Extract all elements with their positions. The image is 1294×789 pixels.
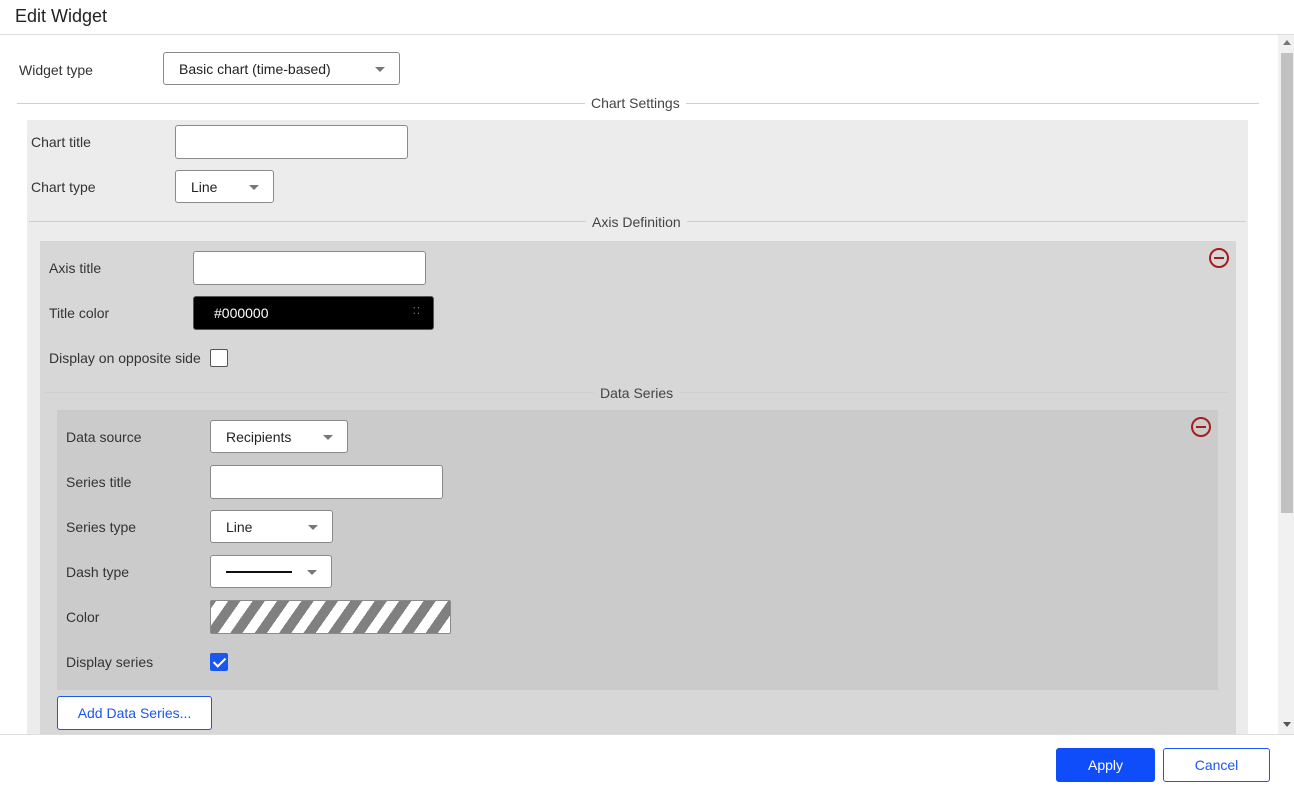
- chevron-down-icon: [323, 435, 333, 440]
- chart-type-select[interactable]: Line: [175, 170, 274, 203]
- series-title-label: Series title: [66, 474, 132, 490]
- chart-type-value: Line: [191, 179, 218, 195]
- widget-type-label: Widget type: [19, 62, 93, 78]
- title-color-value: #000000: [214, 305, 269, 321]
- series-type-label: Series type: [66, 519, 137, 535]
- remove-series-icon[interactable]: [1191, 417, 1211, 437]
- series-title-input[interactable]: [210, 465, 443, 499]
- display-series-label: Display series: [66, 654, 154, 670]
- axis-title-label: Axis title: [49, 260, 102, 276]
- dialog-footer: Apply Cancel: [0, 734, 1294, 789]
- dash-type-label: Dash type: [66, 564, 130, 580]
- series-color-swatch[interactable]: [210, 600, 451, 634]
- data-series-title: Data Series: [594, 385, 680, 401]
- scroll-thumb[interactable]: [1281, 53, 1293, 513]
- dialog-title: Edit Widget: [15, 6, 108, 26]
- color-picker-icon: ⁚⁚: [412, 306, 421, 317]
- vertical-scrollbar[interactable]: [1278, 35, 1294, 734]
- chevron-down-icon: [307, 570, 317, 575]
- solid-line-icon: [226, 571, 292, 573]
- opposite-side-label: Display on opposite side: [49, 350, 201, 366]
- add-data-series-button[interactable]: Add Data Series...: [57, 696, 212, 730]
- widget-type-select[interactable]: Basic chart (time-based): [163, 52, 400, 85]
- chart-settings-panel: Chart title Chart type Line Axis Definit…: [27, 120, 1248, 734]
- scroll-up-icon[interactable]: [1283, 40, 1291, 45]
- display-series-checkbox[interactable]: [210, 653, 228, 671]
- opposite-side-checkbox[interactable]: [210, 349, 228, 367]
- chart-settings-title: Chart Settings: [585, 95, 686, 111]
- chevron-down-icon: [375, 67, 385, 72]
- title-color-label: Title color: [49, 305, 110, 321]
- series-type-value: Line: [226, 519, 253, 535]
- chevron-down-icon: [308, 525, 318, 530]
- color-label: Color: [66, 609, 100, 625]
- widget-type-value: Basic chart (time-based): [179, 61, 331, 77]
- dialog-content: Widget type Basic chart (time-based) Cha…: [0, 35, 1278, 734]
- chart-title-input[interactable]: [175, 125, 408, 159]
- dash-type-select[interactable]: [210, 555, 332, 588]
- title-color-input[interactable]: #000000 ⁚⁚: [193, 296, 434, 330]
- remove-axis-icon[interactable]: [1209, 248, 1229, 268]
- data-source-label: Data source: [66, 429, 142, 445]
- axis-title-input[interactable]: [193, 251, 426, 285]
- axis-definition-title: Axis Definition: [586, 214, 687, 230]
- chevron-down-icon: [249, 185, 259, 190]
- axis-panel: Axis title Title color #000000 ⁚⁚ Displa…: [40, 241, 1236, 734]
- series-type-select[interactable]: Line: [210, 510, 333, 543]
- apply-button[interactable]: Apply: [1056, 748, 1155, 782]
- chart-type-label: Chart type: [31, 179, 96, 195]
- chart-title-label: Chart title: [31, 134, 91, 150]
- cancel-button[interactable]: Cancel: [1163, 748, 1270, 782]
- data-source-select[interactable]: Recipients: [210, 420, 348, 453]
- data-source-value: Recipients: [226, 429, 292, 445]
- series-panel: Data source Recipients Series title Seri…: [57, 410, 1218, 690]
- dialog-header: Edit Widget: [0, 0, 1294, 35]
- scroll-down-icon[interactable]: [1283, 722, 1291, 727]
